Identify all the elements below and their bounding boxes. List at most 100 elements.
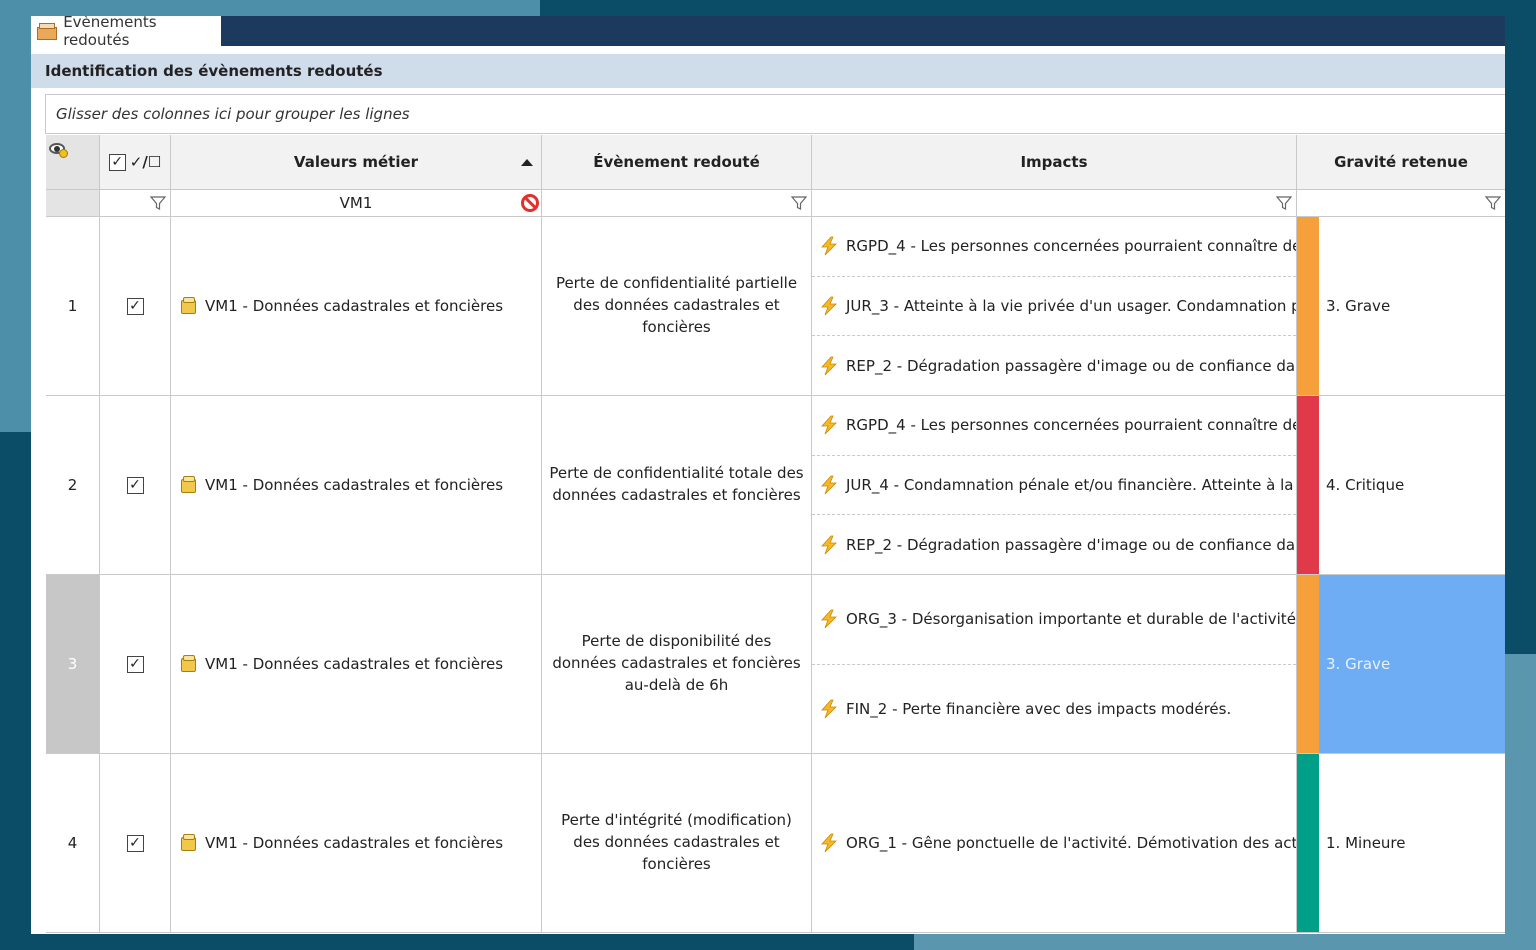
impact-text: JUR_3 - Atteinte à la vie privée d'un us… [846, 297, 1296, 315]
valeur-metier-cell[interactable]: VM1 - Données cadastrales et foncières [171, 575, 542, 754]
column-header-label: Évènement redouté [593, 153, 760, 171]
valeur-metier-cell[interactable]: VM1 - Données cadastrales et foncières [171, 754, 542, 933]
valeur-metier-text: VM1 - Données cadastrales et foncières [205, 834, 504, 852]
severity-label: 3. Grave [1326, 297, 1391, 315]
impact-item[interactable]: JUR_3 - Atteinte à la vie privée d'un us… [812, 277, 1296, 337]
row-checkbox[interactable]: ✓ [126, 297, 144, 315]
row-checkbox[interactable]: ✓ [126, 655, 144, 673]
valeur-metier-cell[interactable]: VM1 - Données cadastrales et foncières [171, 217, 542, 396]
gravite-cell[interactable]: 3. Grave [1297, 217, 1505, 396]
evenement-cell[interactable]: Perte d'intégrité (modification) des don… [542, 754, 812, 933]
impact-text: FIN_2 - Perte financière avec des impact… [846, 699, 1232, 718]
gravite-cell[interactable]: 4. Critique [1297, 396, 1505, 575]
valeur-metier-cell[interactable]: VM1 - Données cadastrales et foncières [171, 396, 542, 575]
check-all-label: ✓/☐ [129, 153, 162, 171]
impact-item[interactable]: ORG_3 - Désorganisation importante et du… [812, 575, 1296, 665]
impact-item[interactable]: ORG_1 - Gêne ponctuelle de l'activité. D… [812, 754, 1296, 932]
impact-item[interactable]: RGPD_4 - Les personnes concernées pourra… [812, 217, 1296, 277]
gravite-cell[interactable]: 3. Grave [1297, 575, 1505, 754]
severity-color-bar [1297, 575, 1319, 753]
lightning-icon [821, 609, 837, 629]
impact-text: REP_2 - Dégradation passagère d'image ou… [846, 535, 1296, 554]
filter-cell-check[interactable] [100, 190, 171, 217]
filter-cell-gravite[interactable] [1297, 190, 1505, 217]
row-checkbox-cell[interactable]: ✓ [100, 754, 171, 933]
severity-label: 1. Mineure [1326, 834, 1406, 852]
row-checkbox-cell[interactable]: ✓ [100, 217, 171, 396]
group-by-drop-zone[interactable]: Glisser des colonnes ici pour grouper le… [45, 94, 1505, 134]
lightning-icon [821, 699, 837, 719]
tab-bar: Èvènements redoutés [31, 16, 1505, 49]
filter-cell-valeurs-metier[interactable]: VM1 [171, 190, 542, 217]
business-value-icon [179, 476, 199, 494]
valeur-metier-text: VM1 - Données cadastrales et foncières [205, 297, 504, 315]
table-row[interactable]: 4 ✓ VM1 - Données cadastrales et foncièr… [46, 754, 1505, 933]
filter-funnel-icon[interactable] [1485, 195, 1501, 211]
row-number[interactable]: 1 [46, 217, 100, 396]
box-icon [37, 22, 57, 40]
evenement-cell[interactable]: Perte de confidentialité totale des donn… [542, 396, 812, 575]
clear-filter-icon[interactable] [521, 194, 539, 212]
impact-text: JUR_4 - Condamnation pénale et/ou financ… [846, 476, 1296, 494]
header-row: ✓ ✓/☐ Valeurs métier Évènement redouté I… [46, 135, 1505, 190]
filter-cell-impacts[interactable] [812, 190, 1297, 217]
lightning-icon [821, 475, 837, 495]
column-header-valeurs-metier[interactable]: Valeurs métier [171, 135, 542, 190]
filter-funnel-icon[interactable] [1276, 195, 1292, 211]
impact-text: ORG_1 - Gêne ponctuelle de l'activité. D… [846, 834, 1296, 852]
impact-item[interactable]: REP_2 - Dégradation passagère d'image ou… [812, 336, 1296, 395]
row-checkbox[interactable]: ✓ [126, 834, 144, 852]
sort-ascending-icon[interactable] [521, 159, 533, 166]
filter-cell-evenement[interactable] [542, 190, 812, 217]
table-row[interactable]: 2 ✓ VM1 - Données cadastrales et foncièr… [46, 396, 1505, 575]
group-by-hint: Glisser des colonnes ici pour grouper le… [56, 105, 410, 123]
impact-item[interactable]: JUR_4 - Condamnation pénale et/ou financ… [812, 456, 1296, 516]
impact-item[interactable]: FIN_2 - Perte financière avec des impact… [812, 665, 1296, 754]
impacts-cell[interactable]: RGPD_4 - Les personnes concernées pourra… [812, 396, 1297, 575]
table-row-selected[interactable]: 3 ✓ VM1 - Données cadastrales et foncièr… [46, 575, 1505, 754]
column-header-evenement[interactable]: Évènement redouté [542, 135, 812, 190]
column-header-impacts[interactable]: Impacts [812, 135, 1297, 190]
impact-text: RGPD_4 - Les personnes concernées pourra… [846, 237, 1296, 256]
table-row[interactable]: 1 ✓ VM1 - Données cadastrales et foncièr… [46, 217, 1505, 396]
filter-row-indicator [46, 190, 100, 217]
row-number[interactable]: 3 [46, 575, 100, 754]
lightning-icon [821, 535, 837, 554]
gravite-cell[interactable]: 1. Mineure [1297, 754, 1505, 933]
valeur-metier-text: VM1 - Données cadastrales et foncières [205, 476, 504, 494]
data-grid: ✓ ✓/☐ Valeurs métier Évènement redouté I… [46, 135, 1505, 933]
impacts-cell[interactable]: RGPD_4 - Les personnes concernées pourra… [812, 217, 1297, 396]
column-header-label: Valeurs métier [293, 153, 419, 171]
filter-funnel-icon[interactable] [791, 195, 807, 211]
lightning-icon [821, 415, 837, 435]
column-chooser-button[interactable] [46, 135, 100, 190]
business-value-icon [179, 297, 199, 315]
severity-color-bar [1297, 396, 1319, 574]
lightning-icon [821, 833, 837, 853]
valeur-metier-text: VM1 - Données cadastrales et foncières [205, 655, 504, 673]
evenement-cell[interactable]: Perte de disponibilité des données cadas… [542, 575, 812, 754]
impacts-cell[interactable]: ORG_1 - Gêne ponctuelle de l'activité. D… [812, 754, 1297, 933]
row-checkbox-cell[interactable]: ✓ [100, 575, 171, 754]
impact-item[interactable]: REP_2 - Dégradation passagère d'image ou… [812, 515, 1296, 574]
lightning-icon [821, 236, 837, 256]
row-checkbox[interactable]: ✓ [126, 476, 144, 494]
row-number[interactable]: 4 [46, 754, 100, 933]
impact-text: ORG_3 - Désorganisation importante et du… [846, 610, 1296, 629]
tab-evenements-redoutes[interactable]: Èvènements redoutés [31, 16, 221, 49]
filter-row: VM1 [46, 190, 1505, 217]
eye-bulb-icon [48, 141, 70, 159]
row-number[interactable]: 2 [46, 396, 100, 575]
select-all-header[interactable]: ✓ ✓/☐ [100, 135, 171, 190]
checkbox-icon[interactable]: ✓ [108, 153, 126, 171]
filter-funnel-icon[interactable] [150, 195, 166, 211]
filter-value: VM1 [339, 194, 373, 212]
evenement-cell[interactable]: Perte de confidentialité partielle des d… [542, 217, 812, 396]
column-header-gravite[interactable]: Gravité retenue [1297, 135, 1505, 190]
severity-color-bar [1297, 217, 1319, 395]
background-shape [914, 932, 1536, 950]
row-checkbox-cell[interactable]: ✓ [100, 396, 171, 575]
business-value-icon [179, 655, 199, 673]
impact-item[interactable]: RGPD_4 - Les personnes concernées pourra… [812, 396, 1296, 456]
impacts-cell[interactable]: ORG_3 - Désorganisation importante et du… [812, 575, 1297, 754]
